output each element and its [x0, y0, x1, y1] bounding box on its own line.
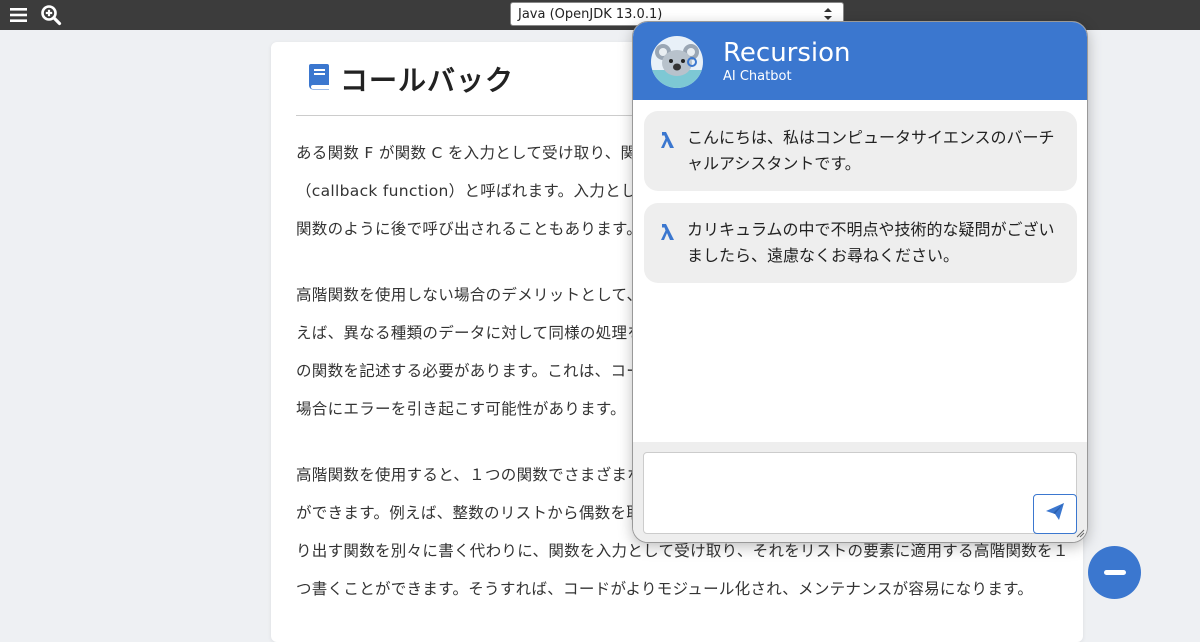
- message-text: こんにちは、私はコンピュータサイエンスのバーチャルアシスタントです。: [687, 128, 1055, 173]
- zoom-in-icon[interactable]: [39, 3, 63, 27]
- lambda-icon: [660, 223, 676, 249]
- chatbot-subtitle: AI Chatbot: [723, 69, 792, 84]
- chatbot-window: Recursion AI Chatbot こんにちは、私はコンピュータサイエンス…: [632, 21, 1088, 543]
- bot-message: こんにちは、私はコンピュータサイエンスのバーチャルアシスタントです。: [644, 111, 1077, 191]
- bot-message: カリキュラムの中で不明点や技術的な疑問がございましたら、遠慮なくお尋ねください。: [644, 203, 1077, 283]
- language-select-value: Java (OpenJDK 13.0.1): [518, 6, 663, 22]
- resize-grip-icon[interactable]: [1075, 523, 1085, 542]
- chatbot-name: Recursion: [723, 38, 851, 68]
- chat-input-area: [633, 442, 1087, 542]
- send-button[interactable]: [1033, 494, 1077, 534]
- page-title: コールバック: [340, 63, 515, 97]
- minimize-chat-button[interactable]: [1088, 546, 1141, 599]
- paper-plane-icon: [1045, 502, 1065, 526]
- minus-icon: [1103, 570, 1126, 575]
- chat-messages: こんにちは、私はコンピュータサイエンスのバーチャルアシスタントです。 カリキュラ…: [633, 100, 1087, 442]
- lambda-icon: [660, 131, 676, 157]
- koala-avatar-icon: [651, 36, 703, 88]
- paragraph-line: つ書くことができます。そうすれば、コードがよりモジュール化され、メンテナンスが容…: [296, 580, 1034, 598]
- chat-message-input[interactable]: [643, 452, 1077, 534]
- message-text: カリキュラムの中で不明点や技術的な疑問がございましたら、遠慮なくお尋ねください。: [687, 220, 1055, 265]
- chatbot-header: Recursion AI Chatbot: [633, 22, 1087, 100]
- hamburger-icon[interactable]: [7, 3, 31, 27]
- book-icon: [308, 63, 330, 94]
